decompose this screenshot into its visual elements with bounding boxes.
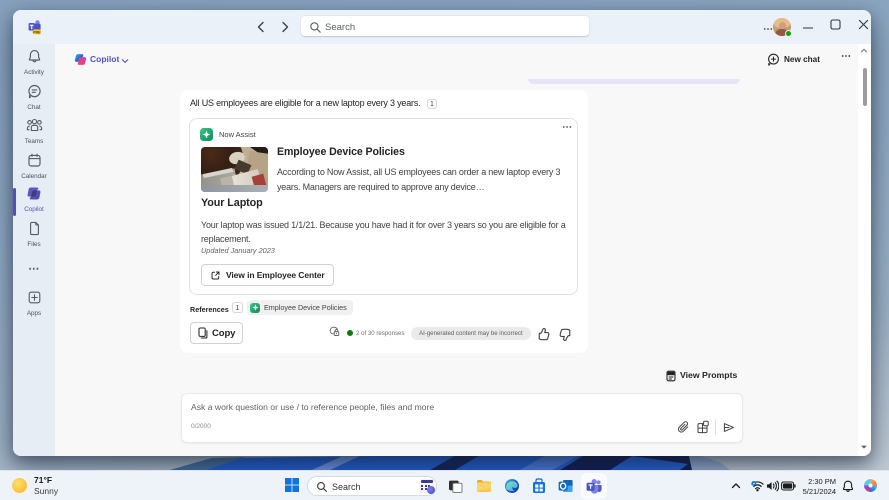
svg-text:PRE: PRE <box>33 30 41 34</box>
